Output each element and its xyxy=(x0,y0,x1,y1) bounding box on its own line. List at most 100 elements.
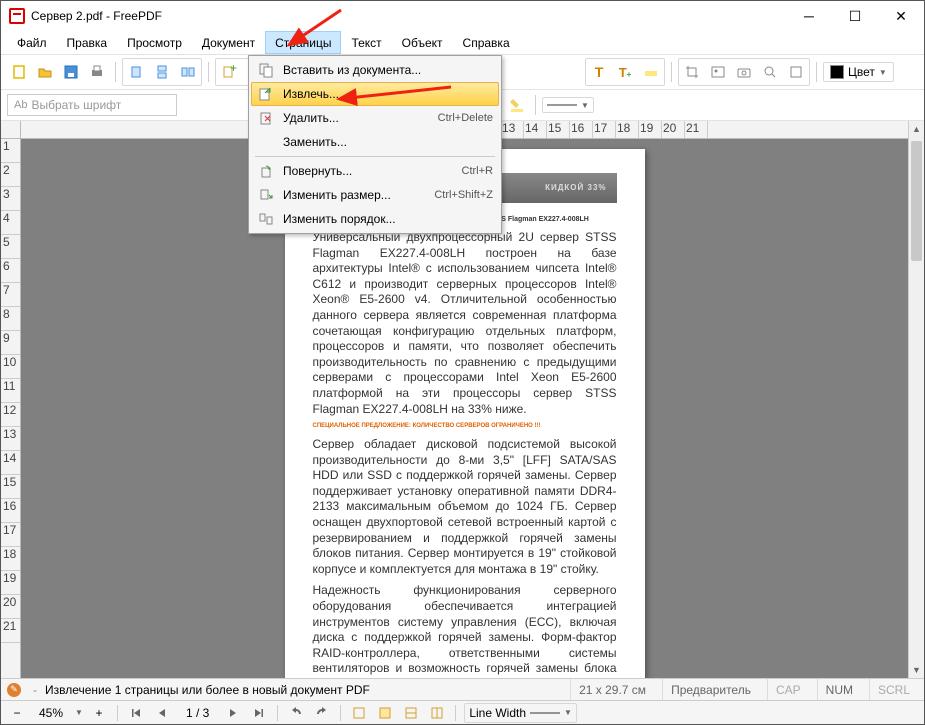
save-button[interactable] xyxy=(59,60,83,84)
menu-view[interactable]: Просмотр xyxy=(117,31,192,54)
menu-help[interactable]: Справка xyxy=(453,31,520,54)
vertical-scrollbar[interactable]: ▲ ▼ xyxy=(908,121,924,678)
page-indicator[interactable]: 1 / 3 xyxy=(178,706,217,720)
caps-indicator: CAP xyxy=(767,679,809,700)
num-indicator: NUM xyxy=(817,679,861,700)
text-tool-button[interactable]: T xyxy=(587,60,611,84)
last-page-button[interactable] xyxy=(249,703,269,723)
camera-button[interactable] xyxy=(732,60,756,84)
layout-continuous-button[interactable] xyxy=(150,60,174,84)
view-mode-4-button[interactable] xyxy=(427,703,447,723)
doc-paragraph: Универсальный двухпроцессорный 2U сервер… xyxy=(313,230,617,417)
menu-reorder[interactable]: Изменить порядок... xyxy=(251,207,499,231)
line-style-selector[interactable]: ▼ xyxy=(542,97,594,113)
zoom-level[interactable]: 45% xyxy=(33,706,69,720)
window-title: Сервер 2.pdf - FreePDF xyxy=(31,9,786,23)
scroll-up-icon[interactable]: ▲ xyxy=(909,121,924,137)
menu-resize[interactable]: Изменить размер... Ctrl+Shift+Z xyxy=(251,183,499,207)
next-page-button[interactable] xyxy=(223,703,243,723)
pages-dropdown-menu: Вставить из документа... Извлечь... Удал… xyxy=(248,55,502,234)
image-button[interactable] xyxy=(706,60,730,84)
line-width-label: Line Width xyxy=(469,706,526,720)
layout-facing-button[interactable] xyxy=(176,60,200,84)
menu-bar: Файл Правка Просмотр Документ Страницы Т… xyxy=(1,31,924,55)
reorder-icon xyxy=(257,210,275,228)
menu-item-shortcut: Ctrl+R xyxy=(462,165,493,177)
menu-item-label: Изменить размер... xyxy=(283,188,426,202)
minimize-button[interactable]: ─ xyxy=(786,1,832,31)
zoom-in-button[interactable]: + xyxy=(89,703,109,723)
menu-extract[interactable]: Извлечь... xyxy=(251,82,499,106)
menu-object[interactable]: Объект xyxy=(392,31,453,54)
page-dimensions: 21 x 29.7 см xyxy=(570,679,654,700)
title-bar: Сервер 2.pdf - FreePDF ─ ☐ ✕ xyxy=(1,1,924,31)
menu-replace[interactable]: Заменить... xyxy=(251,130,499,154)
color-picker[interactable]: Цвет ▼ xyxy=(823,62,894,82)
menu-insert-from-document[interactable]: Вставить из документа... xyxy=(251,58,499,82)
window-controls: ─ ☐ ✕ xyxy=(786,1,924,31)
status-message: Извлечение 1 страницы или более в новый … xyxy=(45,683,370,697)
line-width-selector[interactable]: Line Width ▼ xyxy=(464,703,577,723)
text-add-button[interactable]: T+ xyxy=(613,60,637,84)
view-mode-1-button[interactable] xyxy=(349,703,369,723)
search-button[interactable] xyxy=(758,60,782,84)
first-page-button[interactable] xyxy=(126,703,146,723)
menu-item-label: Изменить порядок... xyxy=(283,212,493,226)
prev-page-button[interactable] xyxy=(152,703,172,723)
doc-paragraph: Сервер обладает дисковой подсистемой выс… xyxy=(313,437,617,577)
menu-item-label: Повернуть... xyxy=(283,164,454,178)
status-bar: ✎ - Извлечение 1 страницы или более в но… xyxy=(1,678,924,700)
menu-item-shortcut: Ctrl+Delete xyxy=(438,112,493,124)
menu-delete[interactable]: Удалить... Ctrl+Delete xyxy=(251,106,499,130)
extract-icon xyxy=(257,85,275,103)
open-button[interactable] xyxy=(33,60,57,84)
font-placeholder: Выбрать шрифт xyxy=(31,98,121,112)
print-button[interactable] xyxy=(85,60,109,84)
view-mode-3-button[interactable] xyxy=(401,703,421,723)
rotate-icon xyxy=(257,162,275,180)
color-label: Цвет xyxy=(848,65,875,79)
blank-icon xyxy=(257,133,275,151)
page-insert-button[interactable]: + xyxy=(217,60,241,84)
crop-button[interactable] xyxy=(680,60,704,84)
chevron-down-icon: ▼ xyxy=(564,708,572,717)
redo-button[interactable] xyxy=(312,703,332,723)
highlight-color-button[interactable] xyxy=(505,93,529,117)
layout-single-button[interactable] xyxy=(124,60,148,84)
preview-label[interactable]: Предваритель xyxy=(662,679,759,700)
font-selector[interactable]: Ab Выбрать шрифт xyxy=(7,94,177,116)
menu-rotate[interactable]: Повернуть... Ctrl+R xyxy=(251,159,499,183)
menu-separator xyxy=(255,156,495,157)
highlight-button[interactable] xyxy=(639,60,663,84)
bottom-toolbar: − 45% ▼ + 1 / 3 Line Width ▼ xyxy=(1,700,924,724)
menu-file[interactable]: Файл xyxy=(7,31,57,54)
menu-document[interactable]: Документ xyxy=(192,31,265,54)
close-button[interactable]: ✕ xyxy=(878,1,924,31)
undo-button[interactable] xyxy=(286,703,306,723)
doc-paragraph: Надежность функционирования серверного о… xyxy=(313,583,617,678)
insert-doc-icon xyxy=(257,61,275,79)
menu-pages[interactable]: Страницы xyxy=(265,31,341,54)
menu-item-shortcut: Ctrl+Shift+Z xyxy=(434,189,493,201)
menu-item-label: Извлечь... xyxy=(283,87,493,101)
menu-text[interactable]: Текст xyxy=(341,31,391,54)
new-button[interactable] xyxy=(7,60,31,84)
maximize-button[interactable]: ☐ xyxy=(832,1,878,31)
ruler-vertical: 123456789101112131415161718192021 xyxy=(1,121,21,678)
scroll-down-icon[interactable]: ▼ xyxy=(909,662,924,678)
menu-edit[interactable]: Правка xyxy=(57,31,118,54)
chevron-down-icon: ▼ xyxy=(879,68,887,77)
scrollbar-thumb[interactable] xyxy=(911,141,922,261)
app-icon xyxy=(9,8,25,24)
doc-highlight-line: СПЕЦИАЛЬНОЕ ПРЕДЛОЖЕНИЕ: КОЛИЧЕСТВО СЕРВ… xyxy=(313,423,617,431)
chevron-down-icon: ▼ xyxy=(581,101,589,110)
zoom-out-button[interactable]: − xyxy=(7,703,27,723)
color-swatch-icon xyxy=(830,65,844,79)
shape-button[interactable] xyxy=(784,60,808,84)
chevron-down-icon[interactable]: ▼ xyxy=(75,708,83,717)
scrl-indicator: SCRL xyxy=(869,679,918,700)
view-mode-2-button[interactable] xyxy=(375,703,395,723)
menu-item-label: Вставить из документа... xyxy=(283,63,493,77)
menu-item-label: Заменить... xyxy=(283,135,493,149)
resize-icon xyxy=(257,186,275,204)
